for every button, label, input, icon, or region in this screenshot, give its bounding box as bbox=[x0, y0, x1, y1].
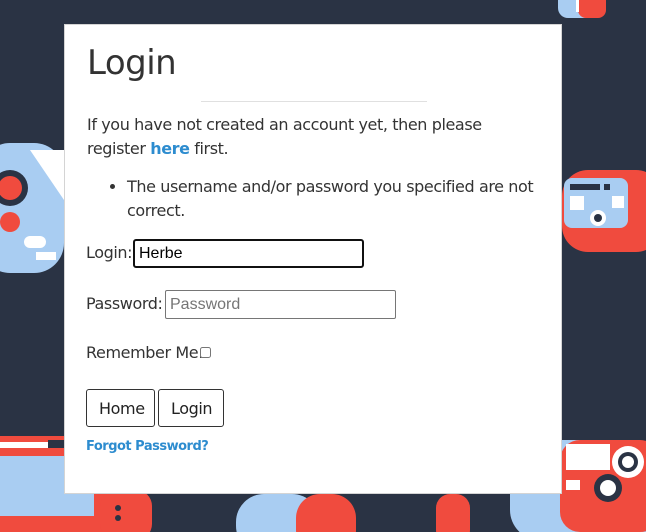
register-prompt-suffix: first. bbox=[189, 139, 229, 158]
password-input[interactable] bbox=[165, 290, 396, 319]
login-button[interactable]: Login bbox=[158, 389, 224, 427]
forgot-password-link[interactable]: Forgot Password? bbox=[86, 439, 209, 454]
remember-me-label: Remember Me: bbox=[86, 343, 204, 362]
home-button[interactable]: Home bbox=[86, 389, 155, 427]
title-divider bbox=[201, 101, 427, 102]
error-message: The username and/or password you specifi… bbox=[127, 175, 537, 223]
login-label: Login: bbox=[86, 243, 133, 262]
register-prompt-text: If you have not created an account yet, … bbox=[87, 115, 482, 158]
gamepad-icon bbox=[0, 143, 64, 273]
login-panel: Login If you have not created an account… bbox=[64, 24, 562, 494]
password-label: Password: bbox=[86, 294, 163, 313]
gamepad-icon bbox=[562, 170, 646, 252]
register-link[interactable]: here bbox=[150, 139, 190, 158]
login-input[interactable] bbox=[133, 239, 364, 268]
remember-me-checkbox[interactable] bbox=[200, 347, 211, 358]
page-title: Login bbox=[87, 43, 177, 83]
gamepad-icon bbox=[558, 0, 606, 18]
register-prompt: If you have not created an account yet, … bbox=[87, 113, 537, 161]
error-list: The username and/or password you specifi… bbox=[87, 175, 537, 223]
gamepad-icon bbox=[236, 494, 470, 532]
